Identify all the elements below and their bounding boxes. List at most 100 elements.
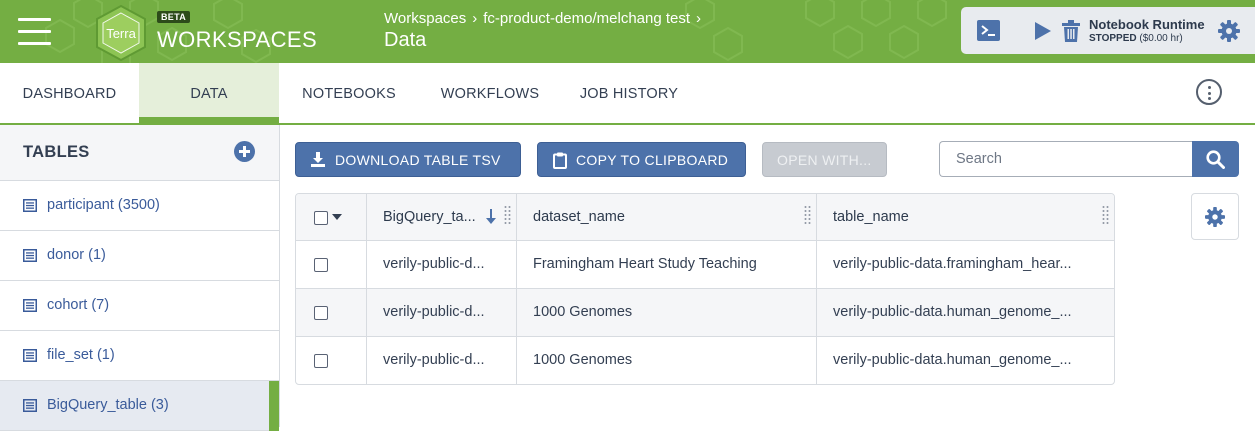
table-cell[interactable]: verily-public-data.human_genome_...: [817, 289, 1114, 336]
sort-down-arrow-icon[interactable]: [486, 209, 496, 225]
sidebar-item-donor[interactable]: donor (1): [0, 231, 279, 281]
row-checkbox[interactable]: [314, 258, 328, 272]
cell-value: 1000 Genomes: [533, 304, 633, 320]
terra-logo[interactable]: Terra: [93, 4, 149, 62]
row-checkbox[interactable]: [314, 306, 328, 320]
table-cell[interactable]: verily-public-d...: [367, 337, 517, 384]
tab-job-history[interactable]: JOB HISTORY: [560, 63, 698, 123]
tab-notebooks[interactable]: NOTEBOOKS: [280, 63, 418, 123]
sidebar-item-file-set[interactable]: file_set (1): [0, 331, 279, 381]
breadcrumb-link-workspace[interactable]: fc-product-demo/melchang test: [483, 10, 690, 27]
cell-value: Framingham Heart Study Teaching: [533, 256, 757, 272]
sidebar-item-label: file_set (1): [47, 347, 115, 363]
menu-button[interactable]: [18, 18, 51, 46]
sidebar-item-label: BigQuery_table (3): [47, 397, 169, 413]
cell-value: verily-public-data.framingham_hear...: [833, 256, 1072, 272]
column-header-label: table_name: [833, 209, 909, 225]
sidebar-item-participant[interactable]: participant (3500): [0, 181, 279, 231]
table-header-row: BigQuery_ta... dataset_name table_name: [296, 194, 1114, 241]
download-icon: [311, 152, 325, 167]
table-list-icon: [23, 349, 37, 362]
breadcrumb-separator-icon: ›: [472, 10, 478, 27]
table-settings-button[interactable]: [1191, 193, 1239, 240]
cell-value: verily-public-data.human_genome_...: [833, 304, 1072, 320]
column-resize-grip-icon[interactable]: [804, 205, 811, 227]
table-list-icon: [23, 249, 37, 262]
search-icon: [1206, 150, 1225, 169]
tables-heading: TABLES: [23, 143, 90, 161]
runtime-status-label: STOPPED: [1089, 33, 1137, 44]
table-cell[interactable]: 1000 Genomes: [517, 337, 817, 384]
notebook-runtime-panel: Notebook Runtime STOPPED ($0.00 hr): [961, 7, 1255, 54]
plus-circle-icon[interactable]: [234, 141, 255, 162]
table-cell[interactable]: Framingham Heart Study Teaching: [517, 241, 817, 288]
breadcrumb-link-workspaces[interactable]: Workspaces: [384, 10, 466, 27]
download-button-label: DOWNLOAD TABLE TSV: [335, 152, 501, 168]
column-header-label: dataset_name: [533, 209, 625, 225]
copy-to-clipboard-button[interactable]: COPY TO CLIPBOARD: [537, 142, 746, 177]
workspace-tab-bar: DASHBOARD DATA NOTEBOOKS WORKFLOWS JOB H…: [0, 63, 1255, 125]
column-header-dataset-name[interactable]: dataset_name: [517, 194, 817, 240]
sidebar-item-label: participant (3500): [47, 197, 160, 213]
row-select-cell: [296, 289, 367, 336]
tab-data[interactable]: DATA: [139, 63, 279, 123]
column-header-label: BigQuery_ta...: [383, 209, 476, 225]
tab-workflows[interactable]: WORKFLOWS: [420, 63, 560, 123]
clipboard-icon: [553, 152, 567, 169]
table-list-icon: [23, 399, 37, 412]
app-header: Terra BETA WORKSPACES Workspaces › fc-prod…: [0, 0, 1255, 63]
cell-value: verily-public-d...: [383, 256, 485, 272]
table-cell[interactable]: verily-public-data.human_genome_...: [817, 337, 1114, 384]
search-input[interactable]: [939, 141, 1193, 177]
table-row: verily-public-d... 1000 Genomes verily-p…: [296, 289, 1114, 337]
gear-icon: [1205, 207, 1225, 227]
gear-icon[interactable]: [1218, 20, 1240, 42]
breadcrumb-separator-icon: ›: [696, 10, 702, 27]
terminal-icon[interactable]: [977, 20, 1000, 41]
open-with-button-label: OPEN WITH...: [777, 152, 872, 168]
beta-badge: BETA: [157, 11, 191, 23]
runtime-status: STOPPED ($0.00 hr): [1089, 33, 1183, 44]
sidebar-item-bigquery-table[interactable]: BigQuery_table (3): [0, 381, 279, 431]
tables-sidebar-header: TABLES: [0, 125, 279, 181]
hamburger-icon-bar: [18, 30, 51, 33]
table-cell[interactable]: verily-public-data.framingham_hear...: [817, 241, 1114, 288]
logo-text: Terra: [106, 26, 136, 41]
sidebar-item-label: cohort (7): [47, 297, 110, 313]
open-with-button[interactable]: OPEN WITH...: [762, 142, 887, 177]
download-table-tsv-button[interactable]: DOWNLOAD TABLE TSV: [295, 142, 521, 177]
column-header-bigquery-table[interactable]: BigQuery_ta...: [367, 194, 517, 240]
search-button[interactable]: [1192, 141, 1239, 177]
select-all-checkbox[interactable]: [314, 211, 328, 225]
table-cell[interactable]: verily-public-d...: [367, 241, 517, 288]
select-all-cell: [296, 194, 367, 240]
hamburger-icon-bar: [18, 18, 51, 21]
row-select-cell: [296, 337, 367, 384]
table-cell[interactable]: 1000 Genomes: [517, 289, 817, 336]
sidebar-item-label: donor (1): [47, 247, 106, 263]
column-resize-grip-icon[interactable]: [1102, 205, 1109, 227]
table-row: verily-public-d... Framingham Heart Stud…: [296, 241, 1114, 289]
cell-value: 1000 Genomes: [533, 352, 633, 368]
tables-sidebar: TABLES participant (3500) donor (1) coho…: [0, 125, 280, 431]
column-header-table-name[interactable]: table_name: [817, 194, 1114, 240]
trash-icon[interactable]: [1062, 20, 1080, 42]
more-vertical-icon[interactable]: [1196, 79, 1222, 105]
page-title: Data: [384, 29, 427, 51]
chevron-down-icon[interactable]: [332, 214, 342, 220]
column-resize-grip-icon[interactable]: [504, 205, 511, 227]
row-select-cell: [296, 241, 367, 288]
sidebar-item-cohort[interactable]: cohort (7): [0, 281, 279, 331]
breadcrumb: Workspaces › fc-product-demo/melchang test…: [384, 10, 707, 27]
runtime-title: Notebook Runtime: [1089, 17, 1205, 32]
cell-value: verily-public-d...: [383, 304, 485, 320]
cell-value: verily-public-data.human_genome_...: [833, 352, 1072, 368]
table-cell[interactable]: verily-public-d...: [367, 289, 517, 336]
table-list-icon: [23, 299, 37, 312]
app-title: WORKSPACES: [157, 27, 318, 52]
tab-dashboard[interactable]: DASHBOARD: [0, 63, 139, 123]
data-table: BigQuery_ta... dataset_name table_name v…: [295, 193, 1115, 385]
play-icon[interactable]: [1034, 21, 1052, 41]
row-checkbox[interactable]: [314, 354, 328, 368]
copy-button-label: COPY TO CLIPBOARD: [576, 152, 729, 168]
